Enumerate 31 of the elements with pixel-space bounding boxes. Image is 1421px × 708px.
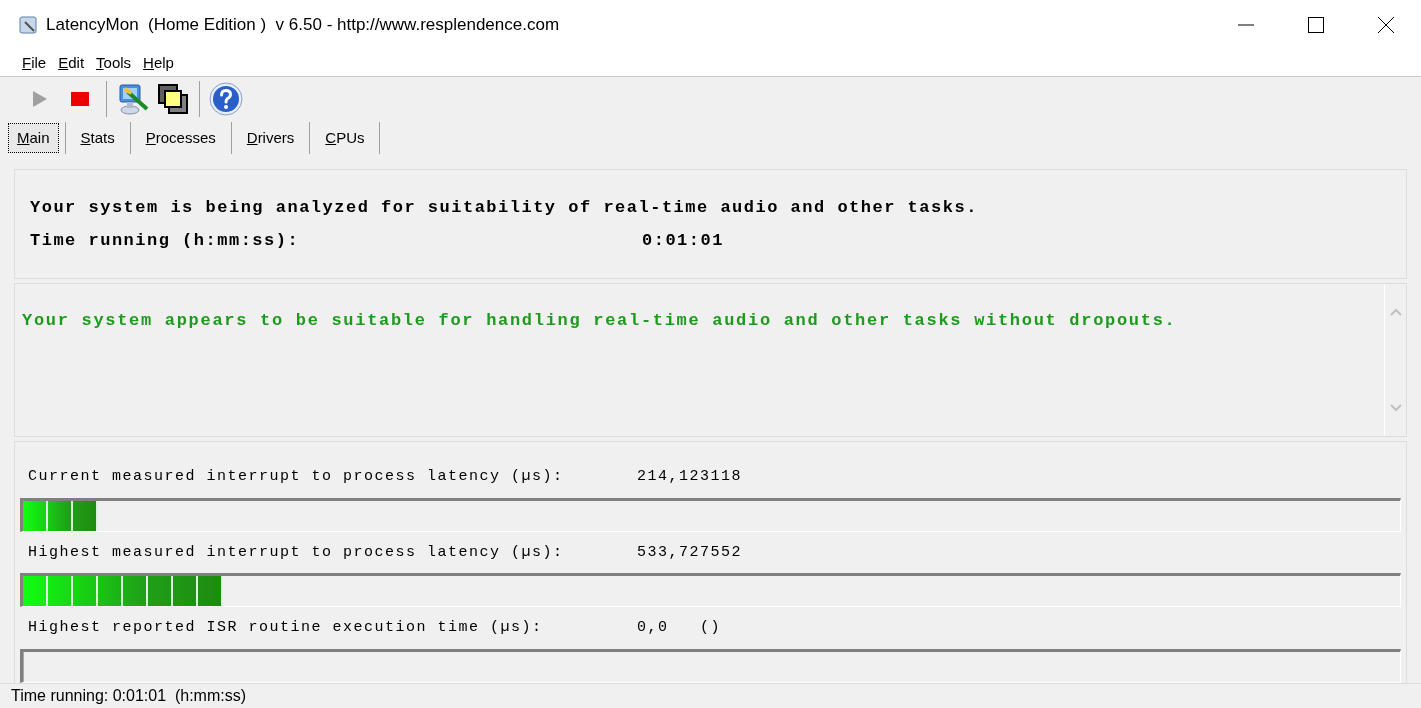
tab[interactable]: Drivers [237, 122, 304, 154]
verdict-text: Your system appears to be suitable for handling real-time audio and other tasks without dropouts. [22, 311, 1177, 330]
scroll-down-icon [1389, 404, 1402, 412]
window-title: LatencyMon (Home Edition ) v 6.50 - http://www.resplendence.com [46, 14, 560, 37]
tab[interactable]: Main [8, 122, 59, 154]
maximize-icon [1308, 17, 1324, 33]
meter-value: 533,727552 [637, 542, 742, 563]
stop-icon [71, 92, 89, 106]
menu-item[interactable]: Edit [58, 51, 85, 75]
meter-label: Highest measured interrupt to process latency (µs): [28, 542, 565, 563]
close-icon [1378, 17, 1394, 33]
scroll-up-icon [1389, 308, 1402, 316]
status-bar-text: Time running: 0:01:01 (h:mm:ss) [11, 686, 247, 706]
help-button[interactable] [208, 81, 244, 117]
analysis-text: Your system is being analyzed for suitability of real-time audio and other tasks. [30, 196, 979, 219]
meter-label: Highest reported ISR routine execution time (µs): [28, 618, 544, 638]
menu-item[interactable]: Help [143, 51, 174, 75]
menu-item[interactable]: Tools [96, 51, 132, 75]
tab[interactable]: Stats [71, 122, 124, 154]
menu-item[interactable]: File [22, 51, 47, 75]
windows-button[interactable] [155, 81, 191, 117]
time-running-label: Time running (h:mm:ss): [30, 230, 301, 252]
play-icon [31, 89, 49, 109]
meter-label: Current measured interrupt to process latency (µs): [28, 467, 565, 487]
tab[interactable]: Processes [136, 122, 225, 154]
app-icon [18, 15, 38, 35]
time-running-value: 0:01:01 [642, 230, 724, 252]
meter-value: 0,0 () [637, 618, 721, 638]
minimize-icon [1238, 24, 1254, 26]
tab[interactable]: CPUs [316, 122, 374, 154]
meter-value: 214,123118 [637, 467, 742, 487]
